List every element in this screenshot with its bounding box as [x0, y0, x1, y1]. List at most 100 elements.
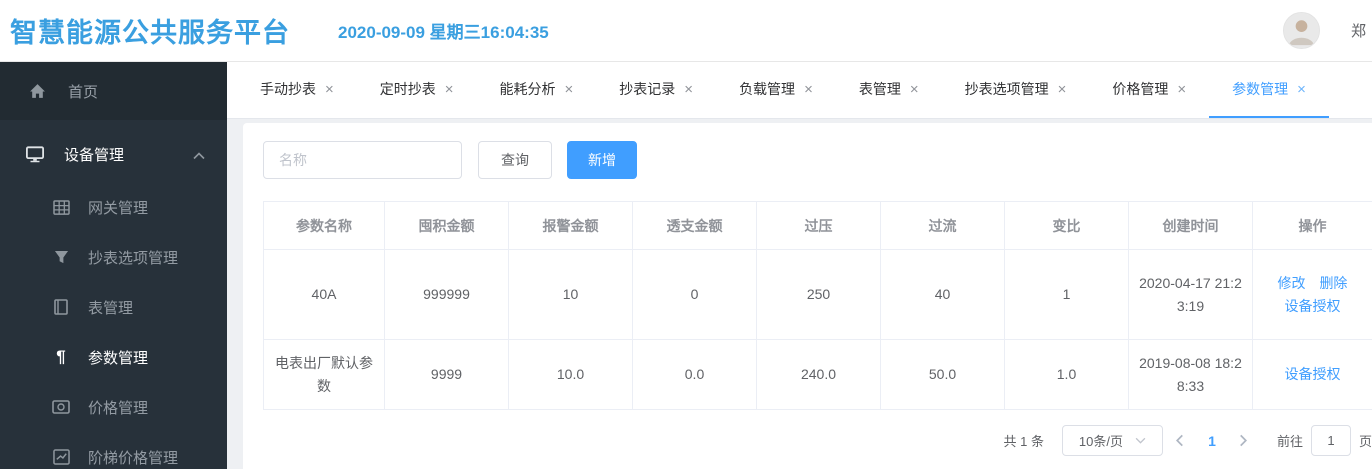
sidebar-group-label: 设备管理	[64, 146, 125, 164]
cell-param-name: 电表出厂默认参数	[263, 339, 385, 410]
tab-label: 价格管理	[1112, 81, 1169, 97]
cell-alarm-amount: 10.0	[508, 339, 633, 410]
tab-close-icon[interactable]: ×	[1177, 82, 1186, 97]
goto-label: 前往	[1276, 434, 1303, 449]
name-search-input[interactable]	[263, 141, 462, 179]
tab-price-mgmt[interactable]: 价格管理 ×	[1089, 62, 1209, 118]
sidebar-group-device-mgmt[interactable]: 设备管理	[0, 126, 227, 182]
tab-label: 负载管理	[739, 81, 796, 97]
page-size-select[interactable]: 10条/页	[1061, 425, 1163, 456]
home-icon	[28, 82, 46, 100]
money-icon	[52, 398, 70, 416]
tab-label: 能耗分析	[499, 81, 556, 97]
cell-ratio: 1	[1004, 249, 1129, 340]
sidebar-item-meter-reading-options[interactable]: 抄表选项管理	[0, 232, 227, 282]
tab-close-icon[interactable]: ×	[325, 82, 334, 97]
username: 郑	[1351, 22, 1367, 40]
tab-parameter-mgmt[interactable]: 参数管理 ×	[1209, 62, 1329, 118]
tab-label: 表管理	[858, 81, 901, 97]
sidebar-item-tiered-price-mgmt[interactable]: 阶梯价格管理	[0, 432, 227, 469]
tab-load-mgmt[interactable]: 负载管理 ×	[716, 62, 836, 118]
pilcrow-icon: ¶	[56, 347, 66, 366]
sidebar-item-label: 价格管理	[88, 399, 149, 417]
tab-close-icon[interactable]: ×	[910, 82, 919, 97]
sidebar-item-meter-mgmt[interactable]: 表管理	[0, 282, 227, 332]
avatar[interactable]	[1283, 11, 1320, 49]
tab-label: 抄表选项管理	[964, 81, 1049, 97]
tab-close-icon[interactable]: ×	[445, 82, 454, 97]
sidebar-item-label: 首页	[68, 83, 99, 101]
book-icon	[52, 298, 70, 316]
page-number-1[interactable]: 1	[1197, 433, 1227, 449]
cell-alarm-amount: 10	[508, 249, 633, 340]
sidebar: 首页 设备管理 网关管理 抄表选项管理 表管理 ¶ 参数管理 价格管理 阶梯价格…	[0, 62, 227, 469]
pagination: 共 1 条 10条/页 1 前往 页	[263, 425, 1372, 456]
main-content: 手动抄表 × 定时抄表 × 能耗分析 × 抄表记录 × 负载管理 × 表管理 ×…	[227, 62, 1372, 469]
goto-suffix: 页	[1358, 434, 1372, 449]
add-button[interactable]: 新增	[567, 141, 637, 179]
tab-bar: 手动抄表 × 定时抄表 × 能耗分析 × 抄表记录 × 负载管理 × 表管理 ×…	[227, 62, 1372, 119]
column-header: 创建时间	[1128, 201, 1253, 250]
column-header: 透支金额	[632, 201, 757, 250]
tab-close-icon[interactable]: ×	[684, 82, 693, 97]
tab-label: 手动抄表	[260, 81, 316, 97]
table-row: 电表出厂默认参数 9999 10.0 0.0 240.0 50.0 1.0 20…	[263, 339, 1372, 410]
tab-meter-reading-options[interactable]: 抄表选项管理 ×	[942, 62, 1090, 118]
cell-ratio: 1.0	[1004, 339, 1129, 410]
chevron-left-icon	[1176, 434, 1184, 447]
sidebar-item-gateway-mgmt[interactable]: 网关管理	[0, 182, 227, 232]
delete-link[interactable]: 删除	[1319, 272, 1347, 295]
parameters-table: 参数名称 囤积金额 报警金额 透支金额 过压 过流 变比 创建时间 操作 40A…	[263, 201, 1372, 410]
page-size-value: 10条/页	[1078, 434, 1123, 449]
prev-page-button[interactable]	[1165, 425, 1195, 456]
tab-close-icon[interactable]: ×	[565, 82, 574, 97]
sidebar-item-label: 参数管理	[88, 349, 149, 367]
column-header: 囤积金额	[384, 201, 509, 250]
sidebar-item-parameter-mgmt[interactable]: ¶ 参数管理	[0, 332, 227, 382]
edit-link[interactable]: 修改	[1278, 272, 1306, 295]
line-chart-icon	[52, 448, 70, 466]
tab-scheduled-meter-reading[interactable]: 定时抄表 ×	[357, 62, 477, 118]
user-menu[interactable]: 郑	[1283, 0, 1366, 60]
cell-created-time: 2019-08-08 18:28:33	[1128, 339, 1253, 410]
tab-close-icon[interactable]: ×	[804, 82, 813, 97]
sidebar-item-label: 阶梯价格管理	[88, 449, 179, 467]
content-card: 查询 新增 参数名称 囤积金额 报警金额 透支金额 过压 过流 变比 创建时间	[243, 123, 1372, 469]
device-authorize-link[interactable]: 设备授权	[1285, 295, 1341, 318]
sidebar-item-price-mgmt[interactable]: 价格管理	[0, 382, 227, 432]
query-button[interactable]: 查询	[478, 141, 552, 179]
sidebar-item-label: 表管理	[88, 299, 134, 317]
goto-page-input[interactable]	[1310, 425, 1351, 456]
tab-manual-meter-reading[interactable]: 手动抄表 ×	[237, 62, 357, 118]
app-title: 智慧能源公共服务平台	[10, 18, 290, 48]
total-count: 共 1 条	[1003, 434, 1044, 449]
filter-icon	[52, 248, 70, 266]
column-header: 过流	[880, 201, 1005, 250]
toolbar: 查询 新增	[263, 141, 1372, 179]
next-page-button[interactable]	[1229, 425, 1259, 456]
tab-label: 参数管理	[1232, 81, 1289, 97]
table-row: 40A 999999 10 0 250 40 1 2020-04-17 21:2…	[263, 249, 1372, 340]
tab-close-icon[interactable]: ×	[1058, 82, 1067, 97]
tab-meter-mgmt[interactable]: 表管理 ×	[836, 62, 942, 118]
table-header-row: 参数名称 囤积金额 报警金额 透支金额 过压 过流 变比 创建时间 操作	[263, 201, 1372, 250]
cell-overcurrent: 50.0	[880, 339, 1005, 410]
cell-actions: 修改 删除 设备授权	[1252, 249, 1372, 340]
chevron-right-icon	[1240, 434, 1248, 447]
app-header: 智慧能源公共服务平台 2020-09-09 星期三16:04:35 郑	[0, 0, 1372, 62]
cell-overvoltage: 250	[756, 249, 881, 340]
tab-meter-reading-records[interactable]: 抄表记录 ×	[596, 62, 716, 118]
cell-overdraft-amount: 0.0	[632, 339, 757, 410]
tab-label: 抄表记录	[619, 81, 676, 97]
sidebar-item-home[interactable]: 首页	[0, 62, 227, 120]
tab-label: 定时抄表	[379, 81, 436, 97]
device-authorize-link[interactable]: 设备授权	[1285, 363, 1341, 386]
column-header: 报警金额	[508, 201, 633, 250]
column-header: 操作	[1252, 201, 1372, 250]
tab-energy-analysis[interactable]: 能耗分析 ×	[477, 62, 597, 118]
monitor-icon	[26, 145, 44, 163]
tab-close-icon[interactable]: ×	[1297, 82, 1306, 97]
cell-created-time: 2020-04-17 21:23:19	[1128, 249, 1253, 340]
sidebar-item-label: 抄表选项管理	[88, 249, 179, 267]
sidebar-item-label: 网关管理	[88, 199, 149, 217]
